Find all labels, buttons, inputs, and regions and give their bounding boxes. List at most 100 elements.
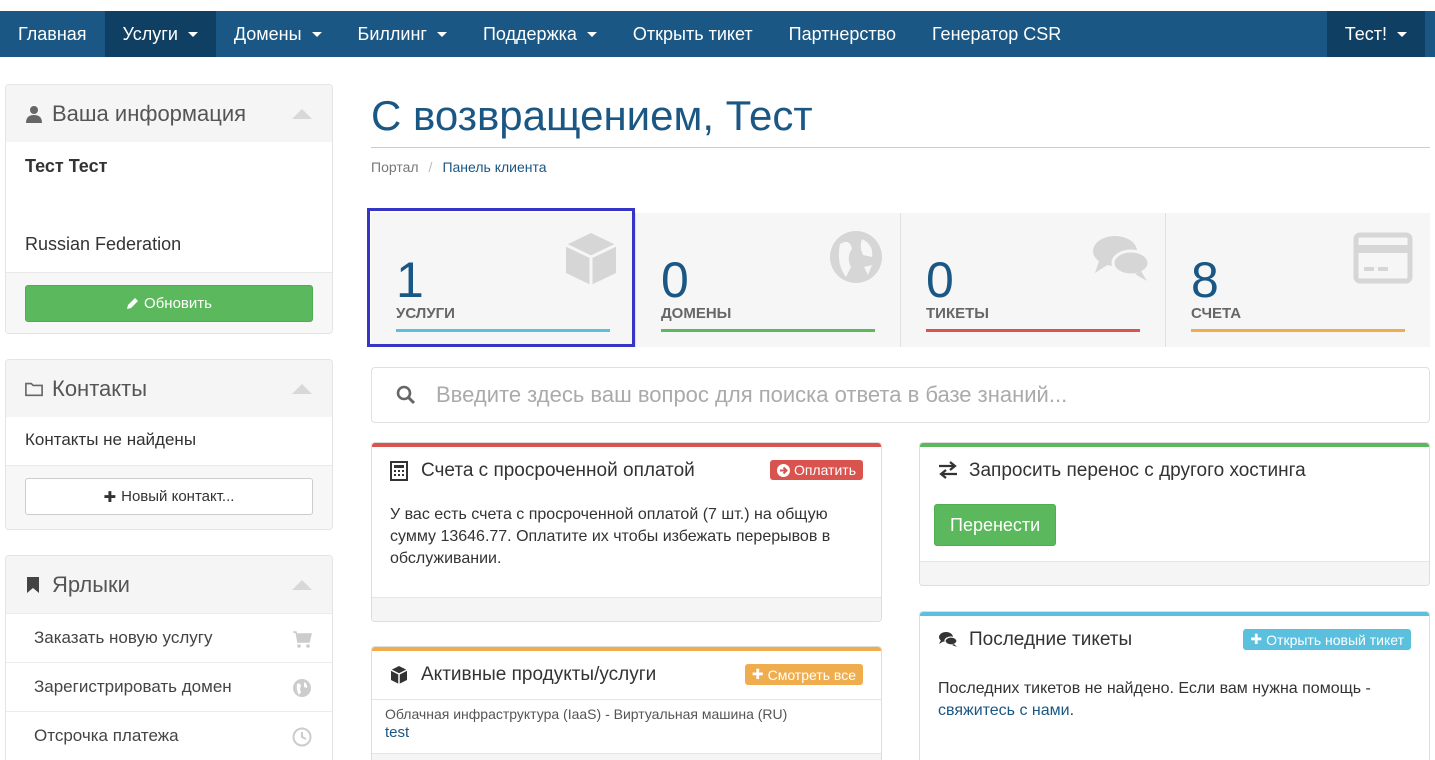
shortcut-register-domain[interactable]: Зарегистрировать домен — [6, 662, 332, 711]
nav-home[interactable]: Главная — [0, 11, 105, 57]
recent-tickets-text: Последних тикетов не найдено. Если вам н… — [938, 680, 1371, 697]
sidebar-shortcuts-panel: Ярлыки Заказать новую услугу Зарегистрир… — [5, 555, 333, 760]
clock-icon — [292, 727, 312, 747]
comments-icon — [1093, 236, 1151, 281]
nav-csr-label: Генератор CSR — [932, 23, 1062, 44]
active-products-title: Активные продукты/услуги — [421, 664, 657, 685]
nav-billing-label: Биллинг — [357, 23, 427, 44]
card-footer — [372, 753, 881, 760]
chevron-up-icon[interactable] — [292, 580, 312, 590]
transfer-header: Запросить перенос с другого хостинга — [920, 447, 1429, 495]
tile-tickets[interactable]: 0 ТИКЕТЫ — [901, 213, 1166, 347]
breadcrumb-separator: / — [428, 159, 433, 175]
transfer-card: Запросить перенос с другого хостинга Пер… — [919, 442, 1430, 586]
nav-open-ticket-label: Открыть тикет — [632, 23, 753, 44]
tile-invoices[interactable]: 8 СЧЕТА — [1166, 213, 1430, 347]
nav-affiliates[interactable]: Партнерство — [771, 11, 914, 57]
card-footer — [920, 561, 1429, 585]
chevron-up-icon[interactable] — [292, 109, 312, 119]
transfer-body: Перенести — [920, 495, 1429, 555]
pay-button-label: Оплатить — [793, 462, 856, 478]
sidebar-info-header[interactable]: Ваша информация — [6, 85, 332, 142]
tile-domains[interactable]: 0 ДОМЕНЫ — [636, 213, 901, 347]
nav-csr-generator[interactable]: Генератор CSR — [914, 11, 1079, 57]
globe-icon — [293, 679, 311, 697]
nav-support[interactable]: Поддержка — [465, 11, 615, 57]
tile-tickets-bar — [926, 329, 1140, 332]
exchange-icon — [938, 461, 958, 481]
bookmark-icon — [25, 576, 43, 594]
transfer-title: Запросить перенос с другого хостинга — [969, 460, 1306, 481]
nav-account-menu[interactable]: Тест! — [1326, 11, 1425, 57]
comments-icon — [938, 630, 958, 650]
pay-button[interactable]: Оплатить — [769, 460, 863, 480]
sidebar-contacts-header[interactable]: Контакты — [6, 360, 332, 417]
shortcut-order-service[interactable]: Заказать новую услугу — [6, 613, 332, 662]
plus-icon: ✚ — [103, 488, 117, 506]
arrow-right-circle-icon — [776, 463, 790, 477]
recent-tickets-header: Последние тикеты ✚ Открыть новый тикет — [920, 616, 1429, 664]
kb-search-box[interactable] — [371, 367, 1430, 423]
new-contact-button[interactable]: ✚ Новый контакт... — [25, 478, 313, 515]
sidebar-contacts-panel: Контакты Контакты не найдены ✚ Новый кон… — [5, 359, 333, 530]
caret-down-icon — [311, 31, 322, 37]
caret-down-icon — [1397, 31, 1407, 37]
user-icon — [25, 105, 43, 123]
tile-domains-bar — [661, 329, 875, 332]
contact-us-suffix: . — [1069, 702, 1075, 719]
tile-services-label: УСЛУГИ — [396, 305, 455, 322]
product-description: Облачная инфраструктура (IaaS) - Виртуал… — [385, 706, 788, 722]
nav-open-ticket[interactable]: Открыть тикет — [615, 11, 771, 57]
sidebar-info-body: Тест Тест Russian Federation — [6, 142, 332, 272]
recent-tickets-card: Последние тикеты ✚ Открыть новый тикет П… — [919, 611, 1430, 760]
update-button-label: Обновить — [144, 295, 212, 312]
tile-domains-label: ДОМЕНЫ — [661, 305, 732, 322]
sidebar-info-panel: Ваша информация Тест Тест Russian Federa… — [5, 84, 333, 334]
caret-down-icon — [586, 31, 597, 37]
plus-icon: ✚ — [1250, 631, 1263, 647]
nav-billing[interactable]: Биллинг — [340, 11, 465, 57]
cart-icon — [293, 631, 312, 648]
breadcrumb-portal[interactable]: Портал — [371, 159, 419, 175]
client-country: Russian Federation — [25, 234, 182, 254]
sidebar-shortcuts-header[interactable]: Ярлыки — [6, 556, 332, 613]
folder-icon — [25, 380, 43, 398]
tile-services[interactable]: 1 УСЛУГИ — [371, 213, 636, 347]
new-contact-button-label: Новый контакт... — [121, 488, 235, 505]
product-name-link[interactable]: test — [385, 724, 868, 741]
card-footer — [372, 597, 881, 621]
overdue-invoices-text: У вас есть счета с просроченной оплатой … — [390, 506, 831, 567]
nav-services[interactable]: Услуги — [104, 11, 216, 57]
search-icon — [396, 385, 416, 405]
tile-invoices-bar — [1191, 329, 1405, 332]
contact-us-link[interactable]: свяжитесь с нами — [938, 702, 1070, 719]
nav-support-label: Поддержка — [482, 23, 577, 44]
sidebar-info-title: Ваша информация — [52, 100, 247, 126]
update-button[interactable]: Обновить — [25, 285, 313, 322]
pencil-icon — [127, 298, 139, 309]
kb-search-input[interactable] — [436, 382, 1396, 408]
shortcut-payment-deferral[interactable]: Отсрочка платежа — [6, 711, 332, 760]
view-all-button-label: Смотреть все — [767, 666, 856, 683]
open-new-ticket-button[interactable]: ✚ Открыть новый тикет — [1243, 629, 1411, 650]
recent-tickets-body: Последних тикетов не найдено. Если вам н… — [920, 664, 1429, 731]
nav-services-label: Услуги — [122, 23, 178, 44]
caret-down-icon — [187, 31, 198, 37]
view-all-button[interactable]: ✚ Смотреть все — [744, 664, 863, 685]
tile-invoices-count: 8 — [1191, 252, 1219, 308]
overdue-invoices-title: Счета с просроченной оплатой — [421, 460, 695, 481]
page-title: С возвращением, Тест — [371, 92, 813, 139]
shortcut-label: Зарегистрировать домен — [34, 677, 232, 696]
plus-icon: ✚ — [751, 666, 764, 682]
shortcut-label: Отсрочка платежа — [34, 726, 179, 745]
transfer-button[interactable]: Перенести — [934, 504, 1057, 546]
nav-domains-label: Домены — [233, 23, 302, 44]
top-navbar: Главная Услуги Домены Биллинг Поддержка … — [0, 11, 1435, 57]
overdue-invoices-body: У вас есть счета с просроченной оплатой … — [372, 495, 881, 597]
product-list-item[interactable]: Облачная инфраструктура (IaaS) - Виртуал… — [372, 699, 881, 753]
tile-domains-count: 0 — [661, 252, 689, 308]
chevron-up-icon[interactable] — [292, 384, 312, 394]
breadcrumb-current: Панель клиента — [442, 159, 547, 175]
nav-domains[interactable]: Домены — [216, 11, 340, 57]
calculator-icon — [390, 461, 410, 481]
